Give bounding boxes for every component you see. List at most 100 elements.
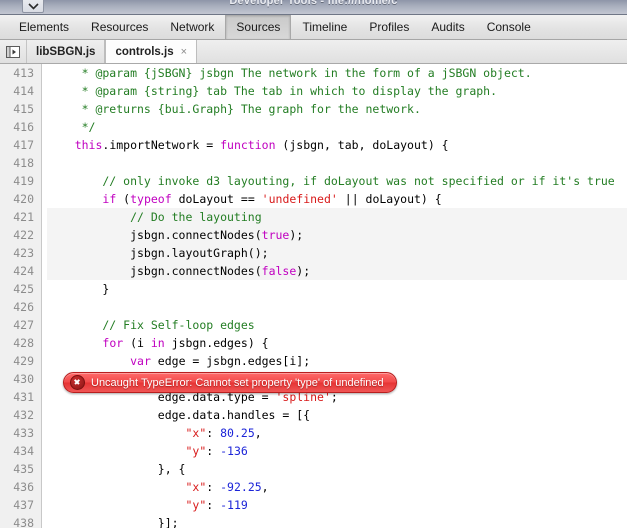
code-token: if — [102, 192, 117, 206]
file-tab-libsbgn[interactable]: libSBGN.js — [27, 40, 106, 63]
line-number[interactable]: 436 — [0, 478, 41, 496]
line-number[interactable]: 424 — [0, 262, 41, 280]
line-number[interactable]: 437 — [0, 496, 41, 514]
code-token: "y" — [185, 444, 207, 458]
code-token: function — [220, 138, 276, 152]
panel-tab-network[interactable]: Network — [159, 15, 225, 39]
code-token: var — [130, 354, 151, 368]
line-number[interactable]: 421 — [0, 208, 41, 226]
line-number[interactable]: 420 — [0, 190, 41, 208]
code-token: -92.25 — [220, 480, 262, 494]
line-number[interactable]: 428 — [0, 334, 41, 352]
code-token: edge = jsbgn.edges[i]; — [150, 354, 311, 368]
code-token: "x" — [185, 480, 207, 494]
panel-tab-elements[interactable]: Elements — [8, 15, 80, 39]
panel-tab-resources[interactable]: Resources — [80, 15, 159, 39]
line-number[interactable]: 417 — [0, 136, 41, 154]
code-line: * @returns {bui.Graph} The graph for the… — [47, 100, 627, 118]
code-token: (jsbgn, tab, doLayout) { — [275, 138, 449, 152]
code-token: : — [206, 444, 221, 458]
code-token: ); — [296, 264, 311, 278]
code-token: , — [254, 426, 262, 440]
code-line: "y": -136 — [47, 442, 627, 460]
code-line: this.importNetwork = function (jsbgn, ta… — [47, 136, 627, 154]
file-tab-label: libSBGN.js — [36, 45, 96, 58]
code-token: // only invoke d3 layouting, if doLayout… — [47, 174, 615, 188]
line-number[interactable]: 415 — [0, 100, 41, 118]
code-token: this — [74, 138, 103, 152]
source-editor: 413 414 415 416 417 418 419 420 421 422 423 424 425 4… — [0, 64, 627, 528]
code-token: 'undefined' — [261, 192, 338, 206]
line-number[interactable]: 419 — [0, 172, 41, 190]
line-number[interactable]: 434 — [0, 442, 41, 460]
code-token: in — [150, 336, 165, 350]
code-token: jsbgn.layoutGraph(); — [47, 246, 269, 260]
code-token: * @param {jSBGN} jsbgn The network in th… — [47, 66, 532, 80]
window-titlebar: Developer Tools - file:///home/c — [0, 0, 627, 15]
show-navigator-icon — [6, 45, 20, 58]
line-number[interactable]: 430 — [0, 370, 41, 388]
code-token: edge.data.handles = [{ — [47, 408, 311, 422]
code-token: }]; — [47, 516, 179, 528]
window-title: Developer Tools - file:///home/c — [229, 0, 398, 7]
code-line: jsbgn.connectNodes(false); — [47, 262, 627, 280]
line-number[interactable]: 426 — [0, 298, 41, 316]
code-token: true — [261, 228, 290, 242]
code-token: "y" — [185, 498, 207, 512]
line-number[interactable]: 416 — [0, 118, 41, 136]
code-line: }, { — [47, 460, 627, 478]
error-bubble[interactable]: Uncaught TypeError: Cannot set property … — [63, 372, 397, 393]
file-tabstrip: libSBGN.js controls.js × — [0, 40, 627, 64]
code-token: || doLayout) { — [337, 192, 442, 206]
line-number[interactable]: 413 — [0, 64, 41, 82]
code-line: edge.data.handles = [{ — [47, 406, 627, 424]
code-line: */ — [47, 118, 627, 136]
line-number[interactable]: 433 — [0, 424, 41, 442]
code-line: if (typeof doLayout == 'undefined' || do… — [47, 190, 627, 208]
code-token: ); — [289, 228, 304, 242]
line-number[interactable]: 438 — [0, 514, 41, 528]
code-token: .importNetwork = — [102, 138, 221, 152]
line-number[interactable]: 422 — [0, 226, 41, 244]
code-line: jsbgn.layoutGraph(); — [47, 244, 627, 262]
close-icon[interactable]: × — [181, 46, 187, 58]
error-message: Uncaught TypeError: Cannot set property … — [91, 376, 384, 389]
line-number[interactable]: 414 — [0, 82, 41, 100]
code-token: : — [206, 426, 221, 440]
panel-tab-sources[interactable]: Sources — [225, 15, 292, 39]
code-token: (i — [123, 336, 151, 350]
line-number[interactable]: 425 — [0, 280, 41, 298]
code-token: // Fix Self-loop edges — [47, 318, 255, 332]
panel-tab-audits[interactable]: Audits — [420, 15, 475, 39]
line-number[interactable]: 429 — [0, 352, 41, 370]
line-number[interactable]: 435 — [0, 460, 41, 478]
code-token: typeof — [130, 192, 172, 206]
show-navigator-button[interactable] — [0, 40, 27, 63]
line-number[interactable]: 427 — [0, 316, 41, 334]
panel-tab-timeline[interactable]: Timeline — [291, 15, 358, 39]
error-circle-icon — [70, 375, 85, 390]
line-number[interactable]: 431 — [0, 388, 41, 406]
line-number[interactable]: 423 — [0, 244, 41, 262]
code-content[interactable]: * @param {jSBGN} jsbgn The network in th… — [43, 64, 627, 528]
devtools-panel-toolbar: Elements Resources Network Sources Timel… — [0, 15, 627, 40]
panel-tab-profiles[interactable]: Profiles — [358, 15, 420, 39]
code-token: jsbgn.edges) { — [164, 336, 269, 350]
panel-tab-console[interactable]: Console — [476, 15, 542, 39]
code-token: : — [206, 498, 221, 512]
code-token: doLayout == — [171, 192, 262, 206]
code-token: } — [47, 282, 110, 296]
code-token: // Do the layouting — [47, 210, 262, 224]
code-line: "x": -92.25, — [47, 478, 627, 496]
line-number[interactable]: 418 — [0, 154, 41, 172]
file-tab-controls[interactable]: controls.js × — [105, 40, 198, 63]
line-number[interactable]: 432 — [0, 406, 41, 424]
